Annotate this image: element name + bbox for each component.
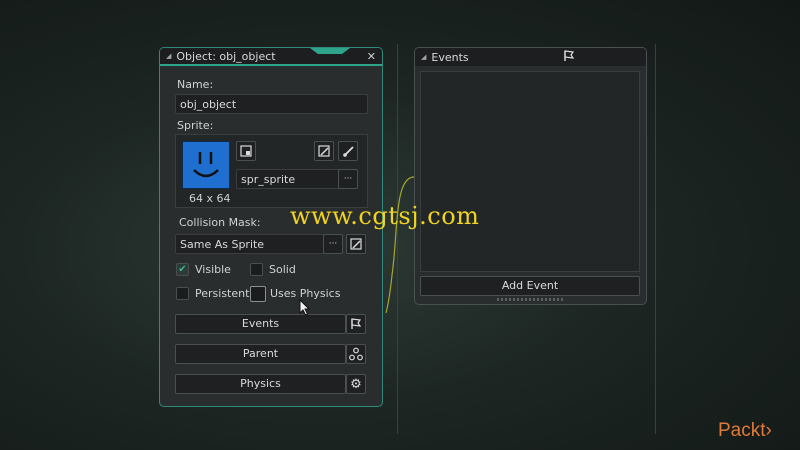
new-sprite-icon [240, 145, 252, 157]
triangle-icon[interactable]: ◢ [421, 53, 426, 61]
physics-button[interactable]: Physics [175, 374, 346, 394]
events-list[interactable] [420, 71, 640, 272]
events-panel-header[interactable]: ◢ Events [415, 48, 646, 66]
add-event-button[interactable]: Add Event [420, 276, 640, 296]
close-icon[interactable]: ✕ [367, 50, 376, 63]
panel-notch [310, 48, 350, 54]
sprite-size: 64 x 64 [189, 192, 231, 205]
ellipsis-icon: ··· [343, 174, 353, 184]
parent-icon [349, 347, 363, 361]
panel-title: Object: obj_object [176, 49, 276, 63]
visible-checkbox[interactable]: ✔ [176, 263, 189, 276]
edit-image-icon [350, 238, 362, 250]
flag-icon [351, 318, 362, 329]
solid-checkbox[interactable] [250, 263, 263, 276]
persistent-checkbox[interactable] [176, 287, 189, 300]
sprite-label: Sprite: [177, 119, 214, 132]
sprite-thumbnail[interactable] [182, 141, 230, 189]
solid-label: Solid [269, 263, 296, 276]
collision-edit-button[interactable] [346, 234, 366, 254]
connection-line [385, 176, 415, 314]
brush-icon [343, 146, 354, 157]
new-sprite-button[interactable] [236, 141, 256, 161]
check-icon: ✔ [178, 264, 187, 275]
collision-mask-label: Collision Mask: [179, 216, 261, 229]
resize-grip[interactable] [497, 298, 563, 301]
object-panel-header[interactable]: ◢ Object: obj_object ✕ [160, 48, 382, 66]
events-flag-button[interactable] [346, 314, 366, 334]
triangle-icon[interactable]: ◢ [166, 52, 171, 60]
mouse-cursor-icon [299, 299, 311, 316]
brush-button[interactable] [338, 141, 358, 161]
edit-image-icon [318, 145, 330, 157]
sprite-name-field[interactable]: spr_sprite [236, 169, 340, 189]
gear-icon: ⚙ [350, 376, 362, 392]
sprite-browse-button[interactable]: ··· [338, 169, 358, 189]
brand-logo: Packt› [718, 420, 772, 441]
visible-label: Visible [195, 263, 231, 276]
panel-title: Events [431, 50, 469, 64]
edit-image-button[interactable] [314, 141, 334, 161]
watermark: www.cgtsj.com [290, 202, 480, 230]
persistent-label: Persistent [195, 287, 250, 300]
ellipsis-icon: ··· [328, 239, 338, 249]
physics-gear-button[interactable]: ⚙ [346, 374, 366, 394]
name-label: Name: [177, 78, 214, 91]
collision-mask-field[interactable]: Same As Sprite [175, 234, 324, 254]
flag-icon [563, 50, 575, 65]
divider-line [655, 44, 656, 434]
events-button[interactable]: Events [175, 314, 346, 334]
parent-button[interactable]: Parent [175, 344, 346, 364]
collision-browse-button[interactable]: ··· [323, 234, 343, 254]
smiley-icon [193, 152, 219, 178]
parent-icon-button[interactable] [346, 344, 366, 364]
name-input[interactable]: obj_object [175, 94, 368, 114]
uses-physics-checkbox[interactable] [250, 286, 266, 302]
